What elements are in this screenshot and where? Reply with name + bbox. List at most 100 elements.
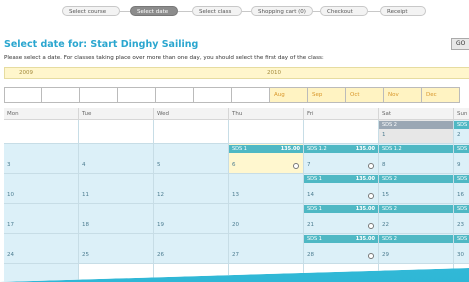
- month-empty: [194, 87, 232, 103]
- day-number: 8: [382, 162, 386, 168]
- weekday-tue: Tue: [79, 108, 154, 120]
- calendar-empty-cell: [229, 120, 304, 144]
- calendar-day-16: SDS 2 16: [454, 174, 469, 204]
- day-number: 19: [157, 222, 164, 228]
- class-badge: SDS 2: [454, 121, 469, 129]
- day-number: 30: [457, 252, 464, 258]
- month-sep[interactable]: Sep: [308, 87, 346, 103]
- calendar-day-6[interactable]: SDS 1 135.00 6: [229, 144, 304, 174]
- calendar-empty-cell: [304, 120, 379, 144]
- calendar-day-26: 26: [154, 234, 229, 264]
- calendar-empty-cell: [4, 264, 79, 282]
- weekday-mon: Mon: [4, 108, 79, 120]
- calendar-day-7[interactable]: SDS 1.2 135.00 7: [304, 144, 379, 174]
- month-empty: [156, 87, 194, 103]
- calendar-day-5: 5: [154, 144, 229, 174]
- year-2009[interactable]: 2009: [19, 68, 33, 79]
- day-number: 23: [457, 222, 464, 228]
- day-number: 25: [82, 252, 89, 258]
- step-6: Receipt: [380, 6, 426, 16]
- month-nov[interactable]: Nov: [384, 87, 422, 103]
- calendar-empty-cell: [304, 264, 379, 282]
- class-badge: SDS 1.2 135.00: [304, 145, 378, 153]
- calendar-day-15: SDS 2 15: [379, 174, 454, 204]
- class-name: SDS 2: [457, 176, 469, 182]
- step-connector: [178, 11, 192, 12]
- class-name: SDS 1: [232, 146, 247, 152]
- calendar-day-14[interactable]: SDS 1 135.00 14: [304, 174, 379, 204]
- month-dec[interactable]: Dec: [422, 87, 460, 103]
- page-title: Select date for: Start Dinghy Sailing: [4, 39, 199, 50]
- month-oct[interactable]: Oct: [346, 87, 384, 103]
- month-empty: [42, 87, 80, 103]
- day-number: 3: [7, 162, 11, 168]
- calendar-empty-cell: [79, 120, 154, 144]
- class-name: SDS 1.2: [307, 146, 327, 152]
- class-name: SDS 2: [457, 146, 469, 152]
- month-empty: [80, 87, 118, 103]
- class-badge: SDS 2: [379, 235, 453, 243]
- calendar-day-12: 12: [154, 174, 229, 204]
- day-number: 12: [157, 192, 164, 198]
- calendar-empty-cell: [454, 264, 469, 282]
- step-connector: [313, 11, 320, 12]
- calendar-day-8: SDS 1.2 8: [379, 144, 454, 174]
- step-connector: [242, 11, 251, 12]
- day-number: 29: [382, 252, 389, 258]
- step-3: Select class: [192, 6, 242, 16]
- day-number: 22: [382, 222, 389, 228]
- weekday-wed: Wed: [154, 108, 229, 120]
- calendar-day-20: 20: [229, 204, 304, 234]
- select-date-radio[interactable]: [293, 163, 299, 169]
- instructions-text: Please select a date. For classes taking…: [4, 55, 324, 61]
- month-selector: Aug Sep Oct Nov Dec: [4, 87, 469, 103]
- calendar-day-22: SDS 2 22: [379, 204, 454, 234]
- calendar-day-23: SDS 2 23: [454, 204, 469, 234]
- class-name: SDS 2: [457, 122, 469, 128]
- calendar-day-21[interactable]: SDS 1 135.00 21: [304, 204, 379, 234]
- step-connector: [120, 11, 130, 12]
- class-name: SDS 2: [457, 236, 469, 242]
- class-badge: SDS 2: [379, 175, 453, 183]
- day-number: 18: [82, 222, 89, 228]
- class-name: SDS 1.2: [382, 146, 402, 152]
- day-number: 14: [307, 192, 314, 198]
- class-name: SDS 1: [307, 236, 322, 242]
- go-button[interactable]: GO: [451, 38, 469, 50]
- weekday-sun: Sun: [454, 108, 469, 120]
- class-name: SDS 1: [307, 206, 322, 212]
- month-empty: [4, 87, 42, 103]
- class-badge: SDS 2: [379, 205, 453, 213]
- day-number: 2: [457, 132, 461, 138]
- class-badge: SDS 2: [454, 235, 469, 243]
- class-name: SDS 2: [382, 122, 397, 128]
- weekday-sat: Sat: [379, 108, 454, 120]
- day-number: 24: [7, 252, 14, 258]
- class-name: SDS 2: [382, 206, 397, 212]
- day-number: 21: [307, 222, 314, 228]
- calendar-day-28[interactable]: SDS 1 135.00 28: [304, 234, 379, 264]
- select-date-radio[interactable]: [368, 193, 374, 199]
- select-date-radio[interactable]: [368, 223, 374, 229]
- month-aug[interactable]: Aug: [270, 87, 308, 103]
- calendar-empty-cell: [379, 264, 454, 282]
- class-badge: SDS 2: [454, 205, 469, 213]
- step-2: Select date: [130, 6, 178, 16]
- calendar-day-13: 13: [229, 174, 304, 204]
- class-name: SDS 2: [382, 176, 397, 182]
- calendar-day-27: 27: [229, 234, 304, 264]
- class-name: SDS 2: [457, 206, 469, 212]
- year-2010[interactable]: 2010: [267, 68, 281, 79]
- select-date-radio[interactable]: [368, 163, 374, 169]
- select-date-radio[interactable]: [368, 253, 374, 259]
- calendar-day-30: SDS 2 30: [454, 234, 469, 264]
- class-badge: SDS 2: [454, 145, 469, 153]
- class-price: 135.00: [280, 146, 300, 152]
- day-number: 27: [232, 252, 239, 258]
- day-number: 7: [307, 162, 311, 168]
- calendar-empty-cell: [4, 120, 79, 144]
- day-number: 9: [457, 162, 461, 168]
- calendar-day-19: 19: [154, 204, 229, 234]
- month-empty: [118, 87, 156, 103]
- day-number: 1: [382, 132, 386, 138]
